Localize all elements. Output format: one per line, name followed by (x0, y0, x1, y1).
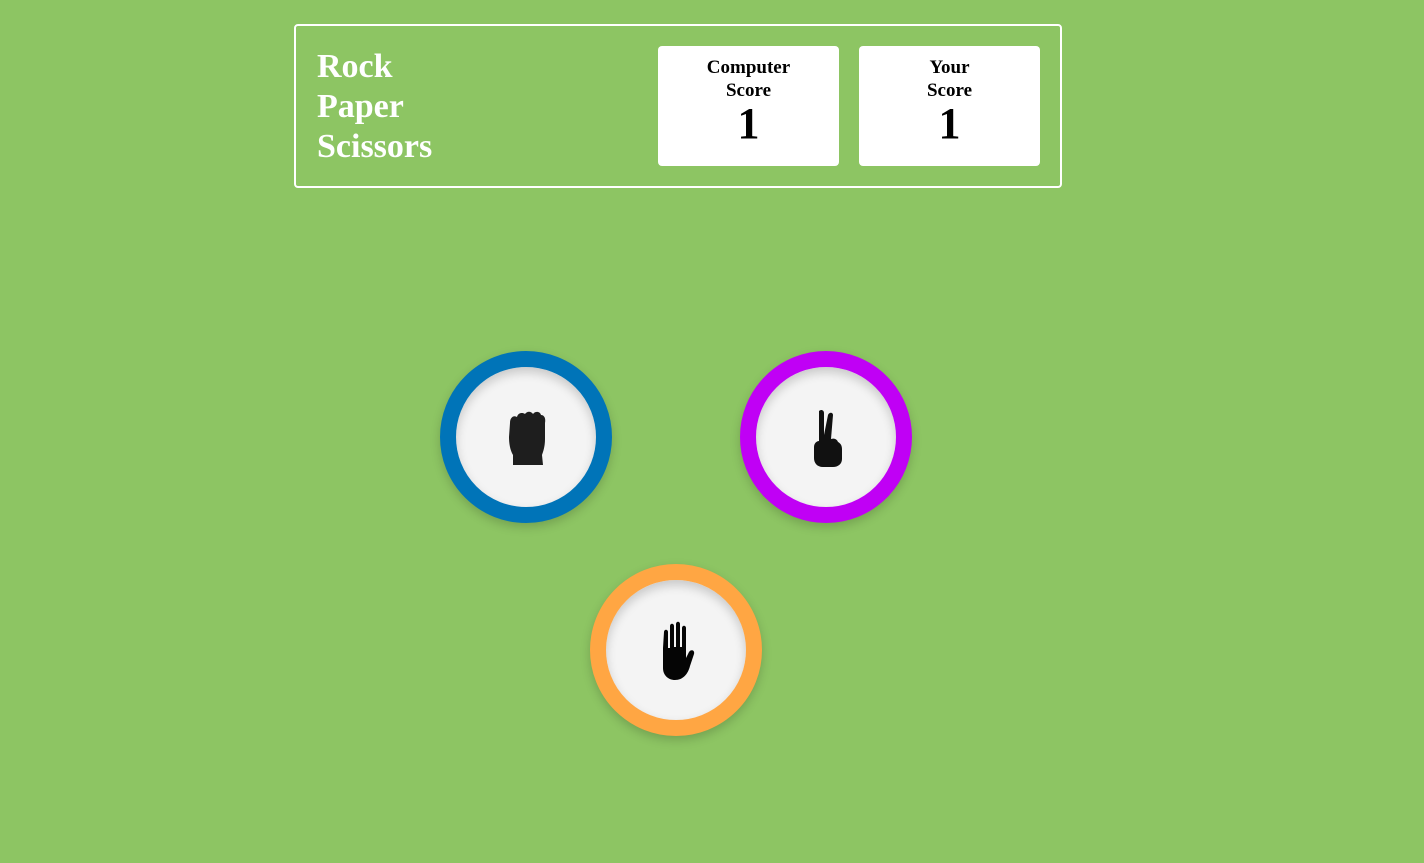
computer-score-label-line-1: Computer (706, 57, 791, 78)
computer-score-value: 1 (737, 99, 760, 148)
open-hand-icon (663, 621, 695, 680)
game-title: Rock Paper Scissors (317, 47, 432, 167)
player-score-card: Your Score 1 (859, 46, 1040, 166)
paper-button[interactable] (590, 564, 762, 736)
player-score-label-line-1: Your (929, 57, 970, 78)
game-title-line-2: Paper (317, 88, 404, 125)
player-score-value: 1 (938, 99, 961, 148)
peace-hand-icon (814, 409, 842, 467)
player-score-label: Your Score (859, 56, 1040, 102)
computer-score-card: Computer Score 1 (658, 46, 839, 166)
computer-score-label: Computer Score (658, 56, 839, 102)
rock-button[interactable] (440, 351, 612, 523)
game-title-line-1: Rock (317, 48, 393, 85)
game-title-line-3: Scissors (317, 128, 433, 165)
scissors-button[interactable] (740, 351, 912, 523)
scoreboard-header: Rock Paper Scissors Computer Score 1 You… (294, 24, 1062, 188)
fist-icon (509, 411, 546, 465)
